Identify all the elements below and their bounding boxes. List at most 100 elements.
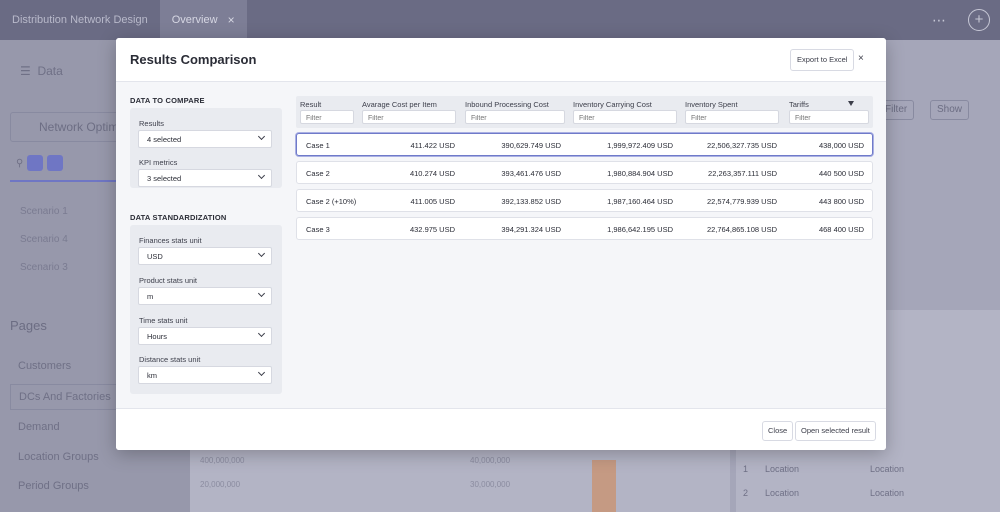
axis-value: 30,000,000 bbox=[470, 480, 511, 489]
cell-tariffs: 440 500 USD bbox=[818, 169, 864, 178]
list-row-a[interactable]: Location bbox=[765, 488, 799, 498]
results-label: Results bbox=[139, 119, 165, 128]
data-nav[interactable]: ☰ Data bbox=[20, 64, 63, 78]
axis-value: 40,000,000 bbox=[470, 456, 511, 465]
chevron-down-icon bbox=[257, 289, 266, 298]
cell-inventory-spent: 22,764,865.108 USD bbox=[706, 225, 777, 234]
data-to-compare-group: Results 4 selected KPI metrics 3 selecte… bbox=[130, 108, 282, 188]
cell-inbound-cost: 392,133.852 USD bbox=[501, 197, 561, 206]
table-row[interactable]: Case 2 410.274 USD 393,461.476 USD 1,980… bbox=[296, 161, 873, 184]
open-selected-result-button[interactable]: Open selected result bbox=[795, 421, 876, 441]
sort-desc-icon[interactable] bbox=[848, 101, 854, 106]
chevron-down-icon bbox=[257, 329, 266, 338]
chart-bar bbox=[592, 460, 616, 512]
cell-inventory-spent: 22,574,779.939 USD bbox=[706, 197, 777, 206]
chevron-down-icon bbox=[257, 132, 266, 141]
scenario-item[interactable]: Scenario 3 bbox=[20, 262, 68, 273]
add-tab-icon[interactable]: + bbox=[968, 9, 990, 31]
results-comparison-modal: Results Comparison Export to Excel × DAT… bbox=[116, 38, 886, 450]
product-unit-label: Product stats unit bbox=[139, 276, 197, 285]
column-header-result[interactable]: Result bbox=[300, 100, 321, 109]
cell-avg-cost: 432.975 USD bbox=[409, 225, 455, 234]
export-to-excel-button[interactable]: Export to Excel bbox=[790, 49, 855, 71]
table-row[interactable]: Case 2 (+10%) 411.005 USD 392,133.852 US… bbox=[296, 189, 873, 212]
filter-input-tariffs[interactable] bbox=[789, 110, 869, 124]
close-button[interactable]: Close bbox=[762, 421, 794, 441]
filter-input-result[interactable] bbox=[300, 110, 354, 124]
filter-input-avg-cost[interactable] bbox=[362, 110, 456, 124]
cell-inventory-spent: 22,506,327.735 USD bbox=[706, 141, 777, 150]
filter-icon[interactable]: ⚲ bbox=[16, 158, 23, 169]
cell-inventory-carrying: 1,999,972.409 USD bbox=[607, 141, 673, 150]
list-row-a[interactable]: Location bbox=[765, 464, 799, 474]
close-icon[interactable]: × bbox=[858, 53, 864, 64]
chip-b[interactable] bbox=[47, 155, 64, 171]
axis-value: 400,000,000 bbox=[200, 456, 245, 465]
column-header-inbound-cost[interactable]: Inbound Processing Cost bbox=[465, 100, 549, 109]
cell-tariffs: 443 800 USD bbox=[818, 197, 864, 206]
page-item[interactable]: Customers bbox=[18, 360, 71, 372]
distance-unit-label: Distance stats unit bbox=[139, 355, 201, 364]
cell-avg-cost: 411.005 USD bbox=[410, 197, 455, 206]
table-header: Result Avarage Cost per Item Inbound Pro… bbox=[296, 96, 873, 128]
tab-project[interactable]: Distribution Network Design bbox=[0, 0, 160, 40]
time-unit-select[interactable]: Hours bbox=[138, 327, 272, 345]
time-unit-label: Time stats unit bbox=[139, 316, 188, 325]
app-topbar: Distribution Network Design Overview × ⋯ … bbox=[0, 0, 1000, 40]
scenario-item[interactable]: Scenario 1 bbox=[20, 206, 68, 217]
chevron-down-icon bbox=[257, 249, 266, 258]
cell-avg-cost: 410.274 USD bbox=[409, 169, 455, 178]
more-icon[interactable]: ⋯ bbox=[932, 12, 946, 29]
cell-inbound-cost: 394,291.324 USD bbox=[501, 225, 561, 234]
list-row-b[interactable]: Location bbox=[870, 488, 904, 498]
column-header-avg-cost[interactable]: Avarage Cost per Item bbox=[362, 100, 437, 109]
filter-input-inventory-carrying[interactable] bbox=[573, 110, 677, 124]
kpi-metrics-label: KPI metrics bbox=[139, 158, 178, 167]
scenario-chips: ⚲ bbox=[16, 155, 64, 171]
cell-result: Case 2 (+10%) bbox=[306, 197, 357, 206]
column-header-inventory-spent[interactable]: Inventory Spent bbox=[685, 100, 738, 109]
chevron-down-icon bbox=[257, 171, 266, 180]
modal-title: Results Comparison bbox=[130, 52, 257, 67]
modal-footer: Close Open selected result bbox=[116, 408, 886, 450]
results-select[interactable]: 4 selected bbox=[138, 130, 272, 148]
column-header-tariffs[interactable]: Tariffs bbox=[789, 100, 809, 109]
close-tab-icon[interactable]: × bbox=[228, 13, 235, 27]
cell-inventory-carrying: 1,980,884.904 USD bbox=[607, 169, 673, 178]
product-unit-select[interactable]: m bbox=[138, 287, 272, 305]
page-item[interactable]: Demand bbox=[18, 421, 60, 433]
cell-inventory-carrying: 1,987,160.464 USD bbox=[607, 197, 673, 206]
data-standardization-group: Finances stats unit USD Product stats un… bbox=[130, 225, 282, 394]
cell-tariffs: 438,000 USD bbox=[818, 141, 864, 150]
chip-a[interactable] bbox=[27, 155, 44, 171]
cell-avg-cost: 411.422 USD bbox=[410, 141, 455, 150]
show-button[interactable]: Show bbox=[930, 100, 970, 120]
data-icon: ☰ bbox=[20, 64, 31, 78]
column-header-inventory-carrying[interactable]: Inventory Carrying Cost bbox=[573, 100, 652, 109]
cell-inventory-spent: 22,263,357.111 USD bbox=[708, 169, 777, 178]
data-standardization-title: DATA STANDARDIZATION bbox=[130, 213, 227, 222]
page-item[interactable]: Location Groups bbox=[18, 451, 99, 463]
cell-result: Case 3 bbox=[306, 225, 330, 234]
pages-title: Pages bbox=[10, 318, 47, 333]
page-item[interactable]: Period Groups bbox=[18, 480, 89, 492]
cell-result: Case 2 bbox=[306, 169, 330, 178]
cell-result: Case 1 bbox=[306, 141, 330, 150]
list-row-b[interactable]: Location bbox=[870, 464, 904, 474]
data-to-compare-title: DATA TO COMPARE bbox=[130, 96, 205, 105]
axis-value: 20,000,000 bbox=[200, 480, 241, 489]
finances-unit-label: Finances stats unit bbox=[139, 236, 202, 245]
chevron-down-icon bbox=[257, 368, 266, 377]
cell-inventory-carrying: 1,986,642.195 USD bbox=[607, 225, 673, 234]
table-row[interactable]: Case 3 432.975 USD 394,291.324 USD 1,986… bbox=[296, 217, 873, 240]
filter-input-inbound-cost[interactable] bbox=[465, 110, 565, 124]
kpi-metrics-select[interactable]: 3 selected bbox=[138, 169, 272, 187]
finances-unit-select[interactable]: USD bbox=[138, 247, 272, 265]
table-row-selected[interactable]: Case 1 411.422 USD 390,629.749 USD 1,999… bbox=[296, 133, 873, 156]
cell-tariffs: 468 400 USD bbox=[818, 225, 864, 234]
list-row-num: 1 bbox=[743, 464, 749, 474]
scenario-item[interactable]: Scenario 4 bbox=[20, 234, 68, 245]
distance-unit-select[interactable]: km bbox=[138, 366, 272, 384]
tab-overview[interactable]: Overview × bbox=[159, 0, 247, 40]
filter-input-inventory-spent[interactable] bbox=[685, 110, 779, 124]
